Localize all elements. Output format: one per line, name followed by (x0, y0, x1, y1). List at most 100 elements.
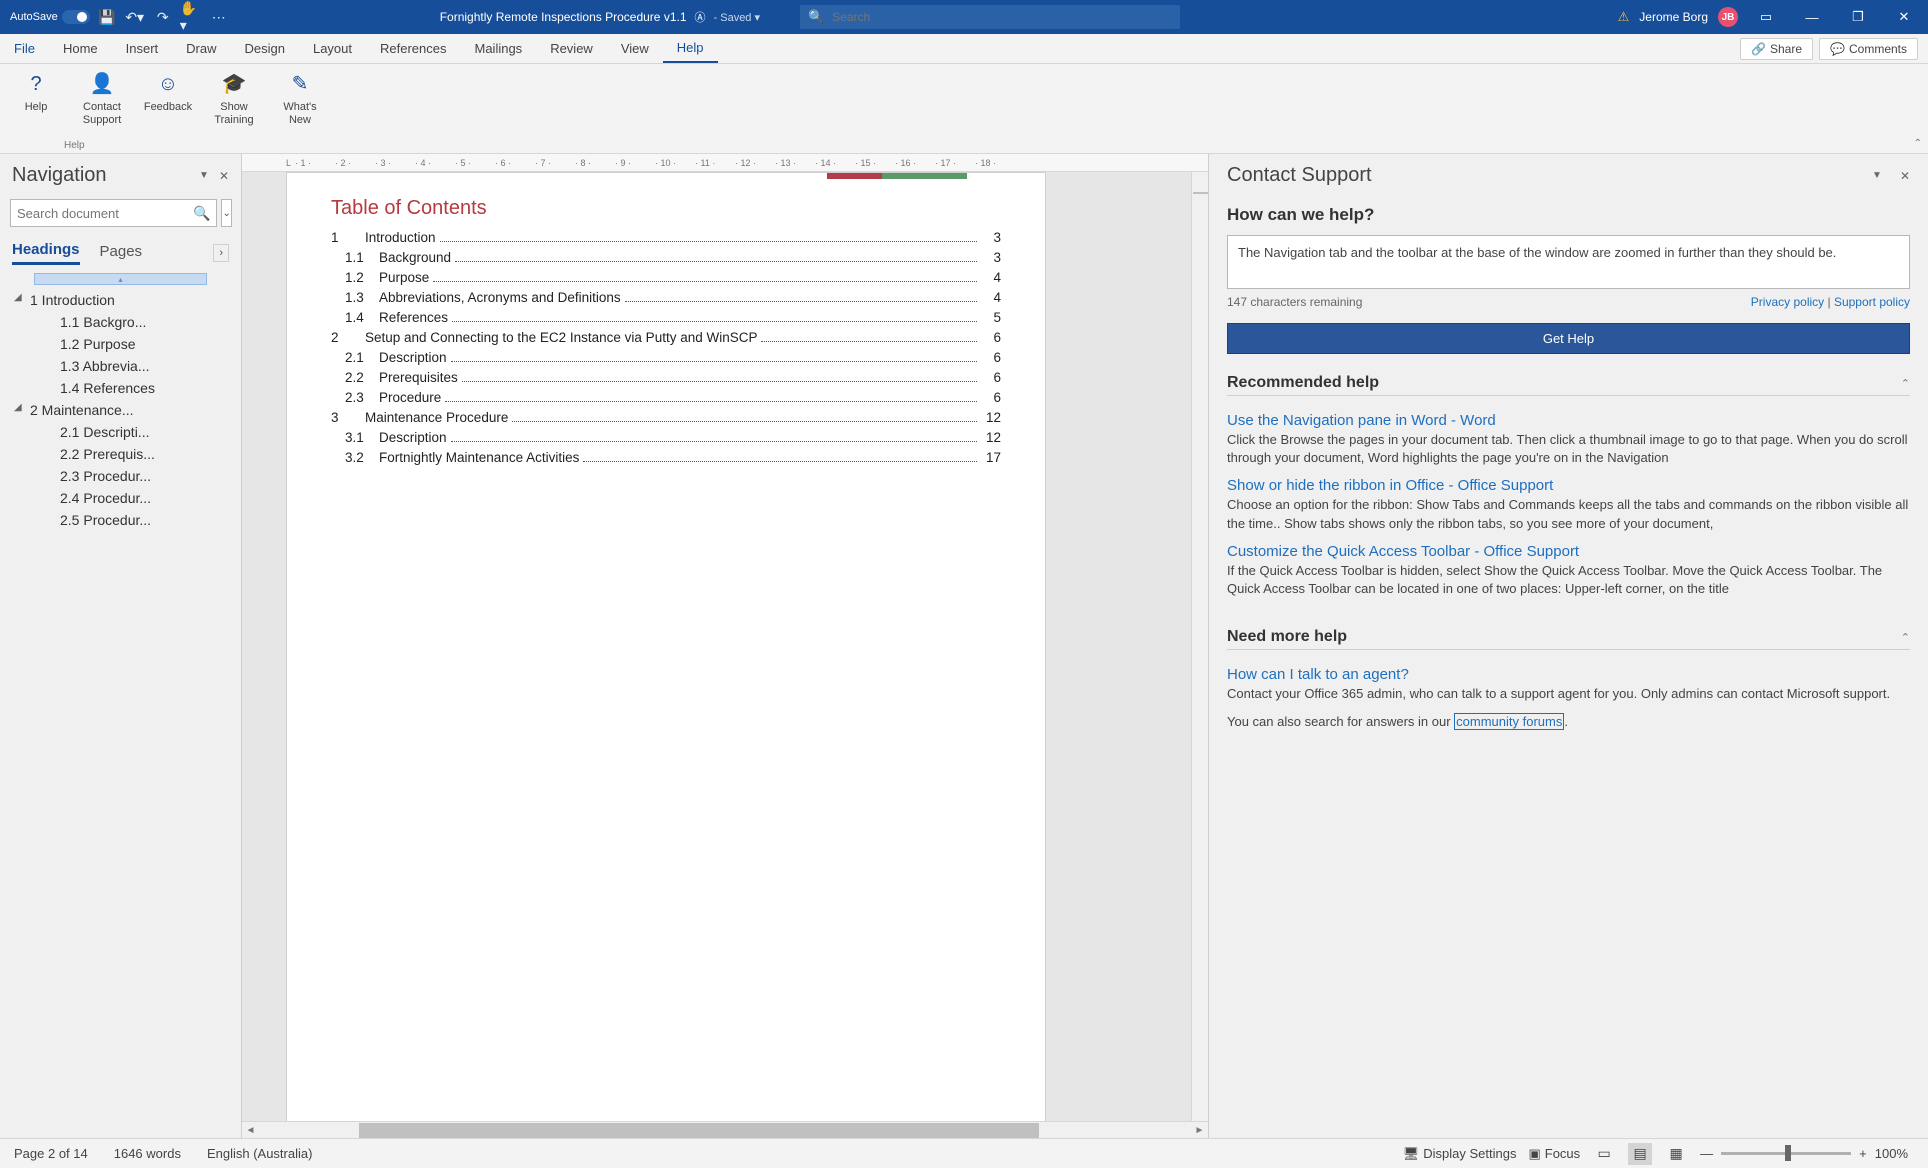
chevron-up-icon[interactable]: ⌃ (1901, 377, 1910, 390)
get-help-button[interactable]: Get Help (1227, 323, 1910, 354)
toc-entry[interactable]: 1.3Abbreviations, Acronyms and Definitio… (331, 290, 1001, 305)
page-indicator[interactable]: Page 2 of 14 (14, 1146, 88, 1161)
save-icon[interactable]: 💾 (96, 6, 118, 28)
nav-heading-item[interactable]: 1.1 Backgro... (4, 311, 237, 333)
collapse-ribbon-icon[interactable]: ⌃ (1914, 138, 1922, 149)
touch-mode-icon[interactable]: ✋▾ (180, 6, 202, 28)
qat-customize-icon[interactable]: ⋯ (208, 6, 230, 28)
print-layout-icon[interactable]: ▤ (1628, 1143, 1652, 1165)
toc-entry[interactable]: 1.2Purpose4 (331, 270, 1001, 285)
word-count[interactable]: 1646 words (114, 1146, 181, 1161)
ribbon-tab-view[interactable]: View (607, 34, 663, 63)
nav-heading-item[interactable]: 2.5 Procedur... (4, 509, 237, 531)
nav-heading-item[interactable]: 1.2 Purpose (4, 333, 237, 355)
nav-close-icon[interactable]: ✕ (219, 169, 229, 183)
ribbon-tab-home[interactable]: Home (49, 34, 112, 63)
ribbon-display-icon[interactable]: ▭ (1748, 1, 1784, 33)
search-input[interactable] (832, 10, 1172, 24)
support-query-input[interactable]: The Navigation tab and the toolbar at th… (1227, 235, 1910, 289)
nav-search-field[interactable]: 🔍 (10, 199, 217, 227)
nav-search-dropdown[interactable]: ⌄ (221, 199, 231, 227)
ribbon-tab-help[interactable]: Help (663, 34, 718, 63)
toc-entry[interactable]: 2Setup and Connecting to the EC2 Instanc… (331, 330, 1001, 345)
nav-more-tabs[interactable]: › (213, 244, 229, 262)
language-indicator[interactable]: English (Australia) (207, 1146, 313, 1161)
comments-button[interactable]: 💬Comments (1819, 38, 1918, 60)
toc-entry[interactable]: 2.2Prerequisites6 (331, 370, 1001, 385)
cs-menu-icon[interactable]: ▼ (1872, 170, 1882, 181)
document-page[interactable]: Table of Contents 1Introduction31.1Backg… (286, 172, 1046, 1121)
help-ribbon-contact[interactable]: 👤ContactSupport (76, 70, 128, 127)
user-avatar[interactable]: JB (1718, 7, 1738, 27)
ribbon-tabs: FileHomeInsertDrawDesignLayoutReferences… (0, 34, 1928, 64)
toc-entry[interactable]: 3.2Fortnightly Maintenance Activities17 (331, 450, 1001, 465)
display-settings-button[interactable]: 🖥Display Settings (1403, 1146, 1517, 1162)
ribbon-tab-design[interactable]: Design (231, 34, 299, 63)
nav-jump-bar[interactable]: ▴ (34, 273, 207, 285)
minimize-icon[interactable]: — (1794, 1, 1830, 33)
toc-entry[interactable]: 1Introduction3 (331, 230, 1001, 245)
chevron-up-icon[interactable]: ⌃ (1901, 631, 1910, 644)
ribbon-tab-review[interactable]: Review (536, 34, 607, 63)
user-name[interactable]: Jerome Borg (1639, 10, 1708, 24)
ribbon-tab-references[interactable]: References (366, 34, 460, 63)
nav-heading-item[interactable]: 2.3 Procedur... (4, 465, 237, 487)
ribbon-tab-mailings[interactable]: Mailings (461, 34, 537, 63)
nav-heading-item[interactable]: 2.2 Prerequis... (4, 443, 237, 465)
read-mode-icon[interactable]: ▭ (1592, 1143, 1616, 1165)
nav-heading-item[interactable]: ◢2 Maintenance... (4, 399, 237, 421)
help-article-link[interactable]: Use the Navigation pane in Word - Word (1227, 412, 1910, 429)
web-layout-icon[interactable]: ▦ (1664, 1143, 1688, 1165)
toc-entry[interactable]: 2.1Description6 (331, 350, 1001, 365)
nav-heading-item[interactable]: 1.3 Abbrevia... (4, 355, 237, 377)
community-forums-link[interactable]: community forums (1454, 713, 1564, 730)
share-button[interactable]: 🔗Share (1740, 38, 1813, 60)
help-ribbon-feedback[interactable]: ☺Feedback (142, 70, 194, 127)
zoom-slider[interactable] (1721, 1152, 1851, 1155)
support-policy-link[interactable]: Support policy (1834, 295, 1910, 309)
nav-tab-pages[interactable]: Pages (100, 243, 143, 264)
zoom-level[interactable]: 100% (1875, 1146, 1908, 1161)
ribbon-tab-layout[interactable]: Layout (299, 34, 366, 63)
nav-heading-item[interactable]: 2.4 Procedur... (4, 487, 237, 509)
nav-heading-item[interactable]: 2.1 Descripti... (4, 421, 237, 443)
toc-entry[interactable]: 3.1Description12 (331, 430, 1001, 445)
zoom-in-button[interactable]: + (1859, 1146, 1867, 1161)
help-ribbon-help[interactable]: ?Help (10, 70, 62, 127)
warning-icon[interactable]: ⚠ (1618, 9, 1630, 25)
help-article-desc: Choose an option for the ribbon: Show Ta… (1227, 496, 1910, 532)
vertical-scrollbar[interactable] (1191, 172, 1208, 1121)
ribbon-tab-draw[interactable]: Draw (172, 34, 230, 63)
toc-entry[interactable]: 3Maintenance Procedure12 (331, 410, 1001, 425)
focus-button[interactable]: ▣Focus (1528, 1146, 1580, 1162)
maximize-icon[interactable]: ❐ (1840, 1, 1876, 33)
ribbon-tab-file[interactable]: File (0, 34, 49, 63)
twisty-icon[interactable]: ◢ (14, 402, 22, 413)
accessibility-icon[interactable]: Ⓐ (695, 9, 706, 25)
nav-heading-item[interactable]: 1.4 References (4, 377, 237, 399)
toc-entry[interactable]: 1.4References5 (331, 310, 1001, 325)
close-icon[interactable]: ✕ (1886, 1, 1922, 33)
toc-entry[interactable]: 1.1Background3 (331, 250, 1001, 265)
horizontal-ruler[interactable]: L · 1 ·· 2 ·· 3 ·· 4 ·· 5 ·· 6 ·· 7 ·· 8… (242, 154, 1208, 172)
help-ribbon-whats[interactable]: ✎What'sNew (274, 70, 326, 127)
nav-search-input[interactable] (17, 206, 193, 221)
nav-menu-icon[interactable]: ▼ (199, 170, 209, 181)
search-box[interactable]: 🔍 (800, 5, 1180, 29)
help-article-link[interactable]: Customize the Quick Access Toolbar - Off… (1227, 543, 1910, 560)
help-article-link[interactable]: Show or hide the ribbon in Office - Offi… (1227, 477, 1910, 494)
talk-to-agent-link[interactable]: How can I talk to an agent? (1227, 666, 1910, 683)
zoom-out-button[interactable]: — (1700, 1146, 1713, 1161)
redo-icon[interactable]: ↷ (152, 6, 174, 28)
privacy-policy-link[interactable]: Privacy policy (1751, 295, 1824, 309)
autosave-toggle[interactable]: AutoSave (10, 10, 90, 24)
nav-tab-headings[interactable]: Headings (12, 241, 80, 265)
twisty-icon[interactable]: ◢ (14, 292, 22, 303)
horizontal-scrollbar[interactable]: ◄ ► (242, 1121, 1208, 1138)
nav-heading-item[interactable]: ◢1 Introduction (4, 289, 237, 311)
help-ribbon-show[interactable]: 🎓ShowTraining (208, 70, 260, 127)
ribbon-tab-insert[interactable]: Insert (112, 34, 173, 63)
cs-close-icon[interactable]: ✕ (1900, 169, 1910, 183)
undo-icon[interactable]: ↶▾ (124, 6, 146, 28)
toc-entry[interactable]: 2.3Procedure6 (331, 390, 1001, 405)
